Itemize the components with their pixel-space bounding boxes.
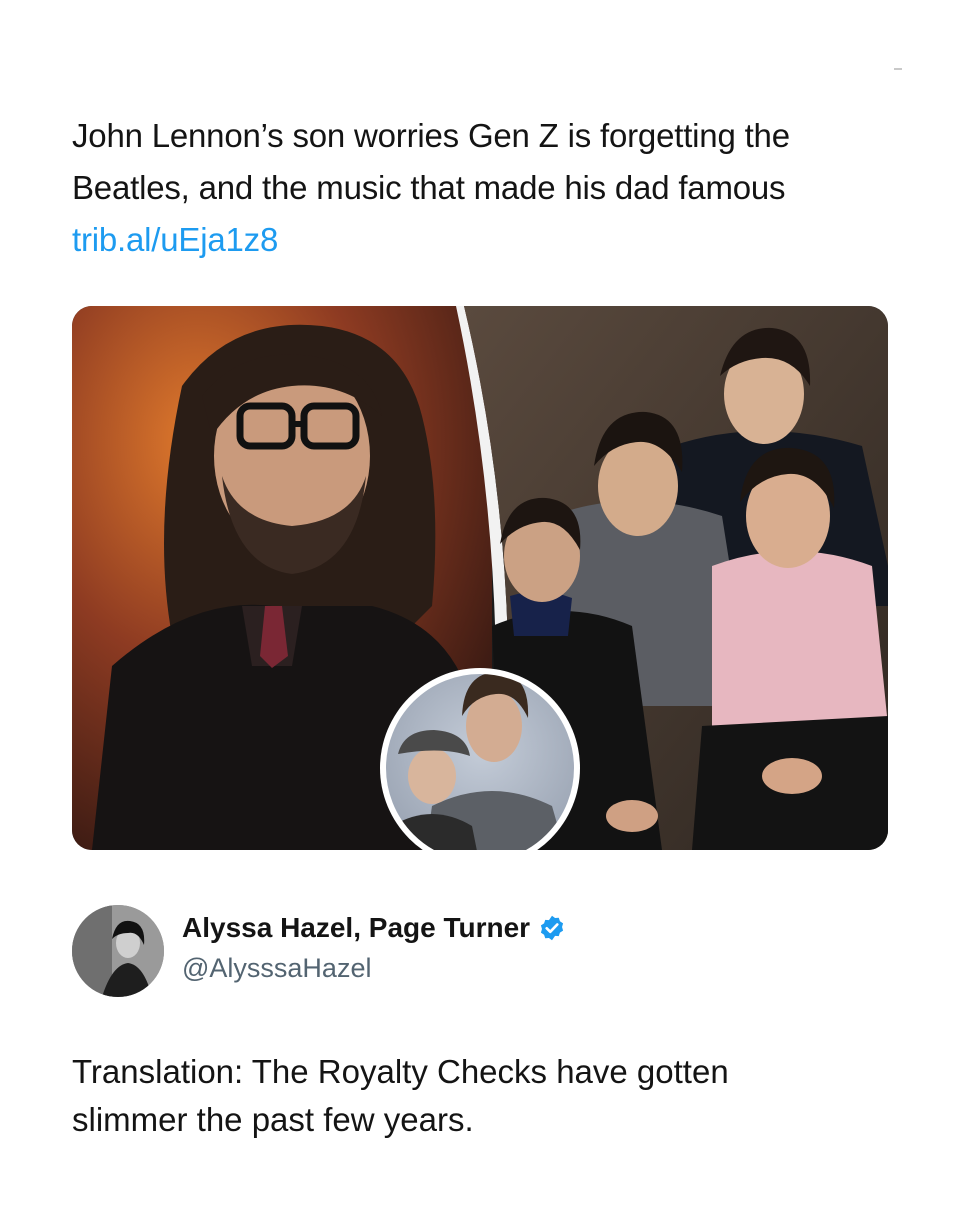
quoted-text-line-2: Beatles, and the music that made his dad…: [72, 169, 786, 206]
author-name-label: Alyssa Hazel, Page Turner: [182, 912, 531, 943]
verified-badge-icon: [540, 915, 564, 941]
quoted-post-link[interactable]: trib.al/uEja1z8: [72, 214, 278, 266]
quoted-post-text: John Lennon’s son worries Gen Z is forge…: [72, 110, 912, 266]
author-name[interactable]: Alyssa Hazel, Page Turner: [182, 912, 566, 944]
reply-text-line-1: Translation: The Royalty Checks have got…: [72, 1053, 729, 1090]
author-handle[interactable]: @AlysssaHazel: [182, 953, 371, 984]
author-avatar[interactable]: [72, 905, 164, 997]
media-card[interactable]: [72, 306, 888, 850]
corner-dash: [894, 68, 902, 70]
quoted-text-line-1: John Lennon’s son worries Gen Z is forge…: [72, 117, 790, 154]
reply-text: Translation: The Royalty Checks have got…: [72, 1048, 912, 1144]
reply-text-line-2: slimmer the past few years.: [72, 1101, 474, 1138]
avatar-image: [72, 905, 164, 997]
media-image: [72, 306, 888, 850]
